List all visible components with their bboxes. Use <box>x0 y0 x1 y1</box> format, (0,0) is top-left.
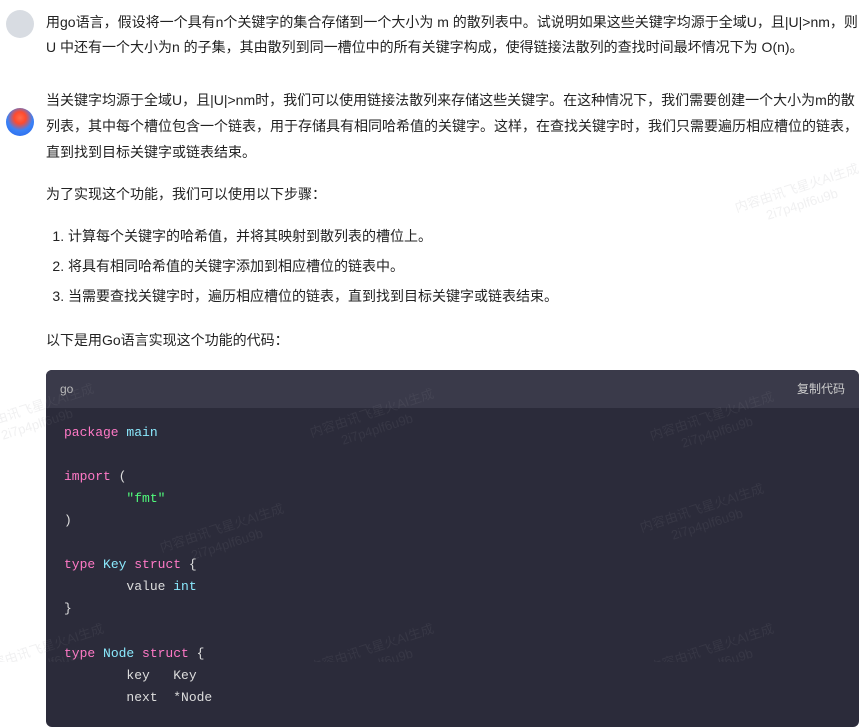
answer-paragraph: 当关键字均源于全域U，且|U|>nm时，我们可以使用链接法散列来存储这些关键字。… <box>46 88 859 166</box>
list-item: 当需要查找关键字时，遍历相应槽位的链表，直到找到目标关键字或链表结束。 <box>68 284 859 310</box>
user-avatar <box>6 10 34 38</box>
answer-steps: 计算每个关键字的哈希值，并将其映射到散列表的槽位上。 将具有相同哈希值的关键字添… <box>68 224 859 310</box>
code-block: go 复制代码 package main import ( "fmt" ) ty… <box>46 370 859 727</box>
list-item: 将具有相同哈希值的关键字添加到相应槽位的链表中。 <box>68 254 859 280</box>
code-header: go 复制代码 <box>46 370 859 408</box>
code-body: package main import ( "fmt" ) type Key s… <box>46 408 859 727</box>
user-question: 用go语言，假设将一个具有n个关键字的集合存储到一个大小为 m 的散列表中。试说… <box>46 10 859 60</box>
code-lang-label: go <box>60 378 73 400</box>
bot-answer: 当关键字均源于全域U，且|U|>nm时，我们可以使用链接法散列来存储这些关键字。… <box>46 88 859 727</box>
copy-code-button[interactable]: 复制代码 <box>797 378 845 400</box>
answer-paragraph: 以下是用Go语言实现这个功能的代码： <box>46 328 859 354</box>
answer-paragraph: 为了实现这个功能，我们可以使用以下步骤： <box>46 182 859 208</box>
bot-avatar <box>6 108 34 136</box>
list-item: 计算每个关键字的哈希值，并将其映射到散列表的槽位上。 <box>68 224 859 250</box>
